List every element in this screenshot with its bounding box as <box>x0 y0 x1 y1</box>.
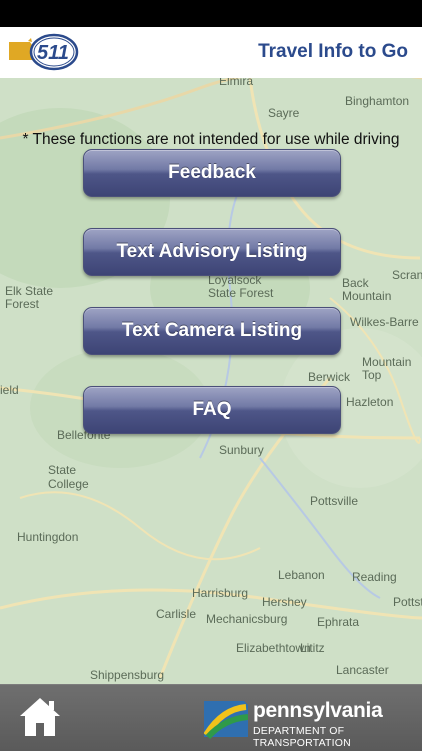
disclaimer-text: * These functions are not intended for u… <box>22 131 400 148</box>
map-label: Pottstown <box>393 595 422 609</box>
map-label: Sunbury <box>219 443 264 457</box>
map-label: Binghamton <box>345 94 410 108</box>
map-label: Pottsville <box>310 494 359 508</box>
map-label: Mechanicsburg <box>206 612 288 626</box>
map-label: Hershey <box>262 595 307 609</box>
faq-button[interactable]: FAQ <box>83 386 341 434</box>
home-icon[interactable] <box>18 695 62 739</box>
map-label: Sayre <box>268 106 300 120</box>
map-label: Berwick <box>308 370 351 384</box>
map-label: Mountain Top <box>362 355 412 382</box>
map-label: Elmira <box>219 78 254 88</box>
text-advisory-listing-button[interactable]: Text Advisory Listing <box>83 228 341 276</box>
svg-text:511: 511 <box>37 42 69 64</box>
pennsylvania-wordmark: pennsylvania <box>253 699 383 722</box>
status-bar <box>0 0 422 27</box>
map-label: Lancaster <box>336 663 389 677</box>
text-camera-listing-button[interactable]: Text Camera Listing <box>83 307 341 355</box>
map-label: Shippensburg <box>90 668 165 682</box>
department-label: DEPARTMENT OF TRANSPORTATION <box>253 725 351 749</box>
pa-511-logo: 511 <box>9 33 79 71</box>
map-label: Ephrata <box>317 615 360 629</box>
map-label: Elk State Forest <box>5 284 54 311</box>
map-label: Harrisburg <box>192 586 249 600</box>
map-label: State College <box>48 463 89 491</box>
map-label: Wilkes-Barre <box>350 315 419 329</box>
map-label: Scranton <box>392 268 422 282</box>
app-header: 511 Travel Info to Go <box>0 27 422 79</box>
map-label: Lebanon <box>278 568 325 582</box>
footer-bar: pennsylvania DEPARTMENT OF TRANSPORTATIO… <box>0 684 422 751</box>
map-label: Loyalsock State Forest <box>208 273 274 300</box>
feedback-button[interactable]: Feedback <box>83 149 341 197</box>
app-title: Travel Info to Go <box>258 41 408 62</box>
map-label: Carlisle <box>156 607 197 621</box>
map-label: ield <box>0 383 19 397</box>
map-label: Hazleton <box>346 395 394 409</box>
map-label: Lititz <box>300 641 325 655</box>
map-label: Reading <box>352 570 397 584</box>
map-label: Back Mountain <box>342 276 392 303</box>
map-label: Huntingdon <box>17 530 79 544</box>
pennsylvania-keystone-logo <box>204 701 248 739</box>
